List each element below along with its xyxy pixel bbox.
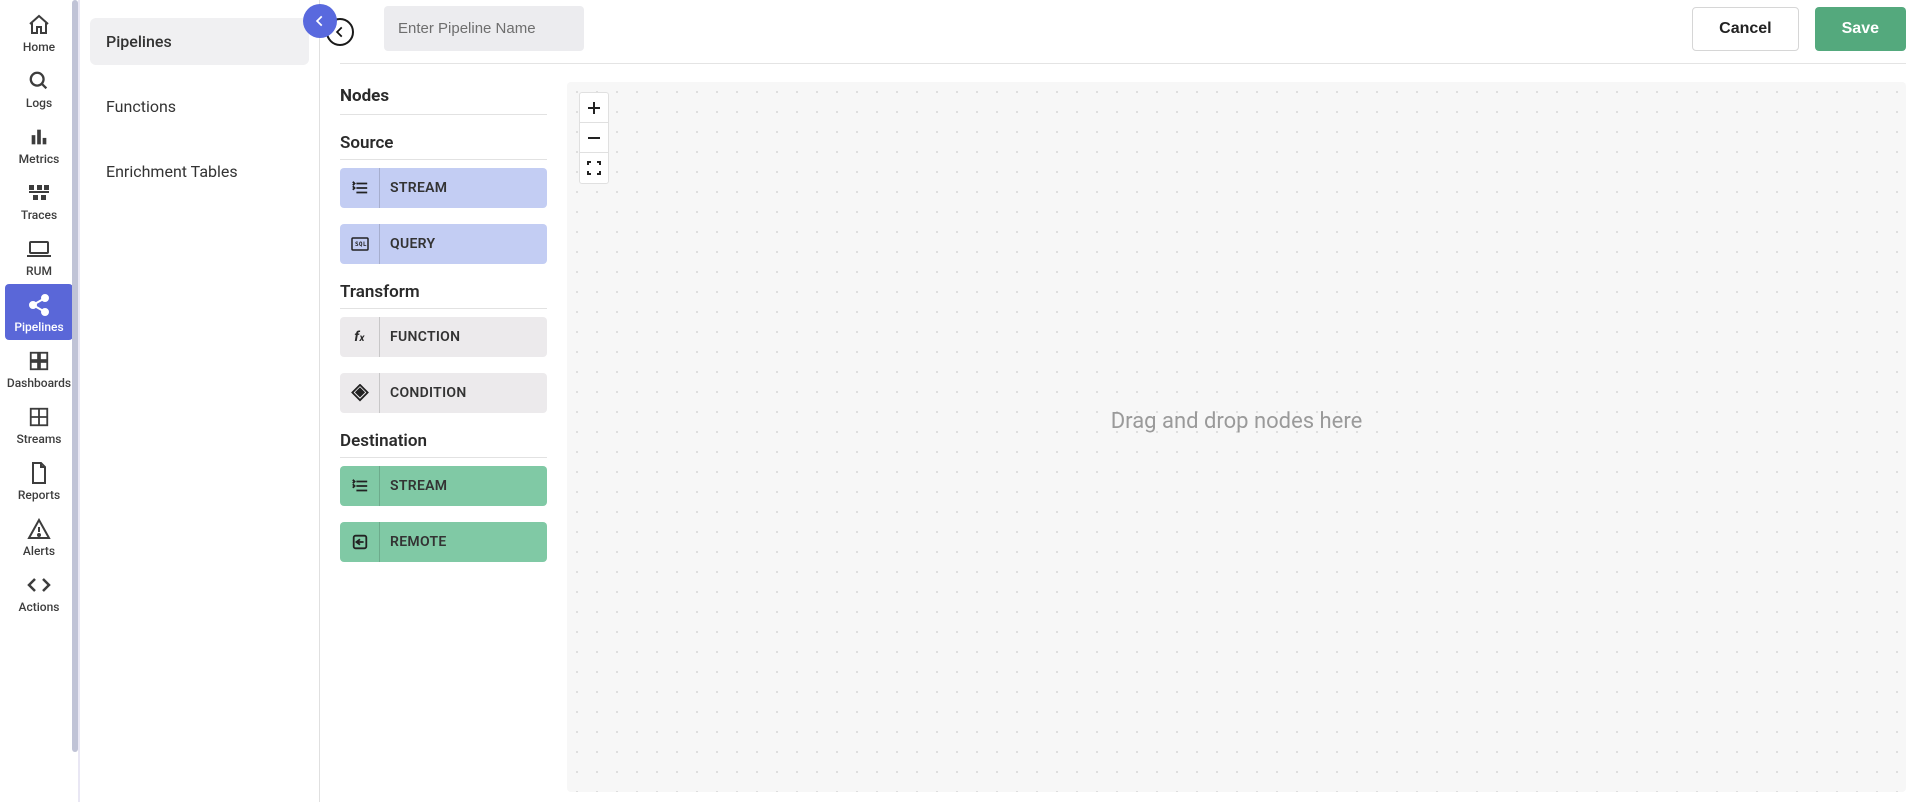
stream-icon <box>340 466 380 506</box>
search-icon <box>26 68 52 94</box>
pipeline-name-input[interactable] <box>384 6 584 51</box>
sub-sidebar: Pipelines Functions Enrichment Tables <box>80 0 320 802</box>
save-button[interactable]: Save <box>1815 7 1906 51</box>
pipeline-canvas[interactable]: Drag and drop nodes here <box>567 82 1906 792</box>
nav-item-pipelines[interactable]: Pipelines <box>5 284 73 340</box>
editor-row: Nodes Source STREAM SQL QUERY Transform <box>340 64 1906 802</box>
node-label: STREAM <box>380 180 547 196</box>
nav-label: Metrics <box>19 152 60 166</box>
condition-icon <box>340 373 380 413</box>
code-icon <box>26 572 52 598</box>
function-icon: fx <box>340 317 380 357</box>
nav-label: Pipelines <box>14 320 63 334</box>
sub-tab-pipelines[interactable]: Pipelines <box>90 18 309 65</box>
nav-label: Reports <box>18 488 60 502</box>
nav-rail: Home Logs Metrics Traces RUM <box>0 0 80 802</box>
warning-icon <box>26 516 52 542</box>
document-icon <box>26 460 52 486</box>
nav-label: Streams <box>17 432 62 446</box>
node-label: REMOTE <box>380 534 547 550</box>
main-area: Cancel Save Nodes Source STREAM SQL <box>320 0 1918 802</box>
node-label: CONDITION <box>380 385 547 401</box>
section-title-transform: Transform <box>340 282 547 309</box>
nav-item-reports[interactable]: Reports <box>5 452 73 508</box>
nav-scroll-indicator <box>72 0 78 752</box>
sub-tab-functions[interactable]: Functions <box>90 83 309 130</box>
nav-label: Alerts <box>23 544 55 558</box>
home-icon <box>26 12 52 38</box>
nav-label: Actions <box>19 600 60 614</box>
query-icon: SQL <box>340 224 380 264</box>
nav-item-alerts[interactable]: Alerts <box>5 508 73 564</box>
nav-item-home[interactable]: Home <box>5 4 73 60</box>
cancel-button[interactable]: Cancel <box>1692 7 1798 51</box>
node-dest-remote[interactable]: REMOTE <box>340 522 547 562</box>
node-label: STREAM <box>380 478 547 494</box>
nav-item-rum[interactable]: RUM <box>5 228 73 284</box>
sub-tab-label: Enrichment Tables <box>106 162 238 181</box>
node-source-query[interactable]: SQL QUERY <box>340 224 547 264</box>
grid-icon <box>26 348 52 374</box>
nav-item-logs[interactable]: Logs <box>5 60 73 116</box>
node-source-stream[interactable]: STREAM <box>340 168 547 208</box>
collapse-sidebar-button[interactable] <box>303 4 337 38</box>
zoom-out-button[interactable] <box>580 123 608 153</box>
bar-chart-icon <box>26 124 52 150</box>
nav-label: Home <box>23 40 55 54</box>
nodes-title: Nodes <box>340 86 547 115</box>
nav-label: Dashboards <box>7 376 71 390</box>
nav-item-streams[interactable]: Streams <box>5 396 73 452</box>
sub-tab-label: Pipelines <box>106 32 172 51</box>
nav-label: Logs <box>26 96 52 110</box>
table-icon <box>26 404 52 430</box>
laptop-icon <box>26 236 52 262</box>
node-transform-condition[interactable]: CONDITION <box>340 373 547 413</box>
node-transform-function[interactable]: fx FUNCTION <box>340 317 547 357</box>
nodes-panel: Nodes Source STREAM SQL QUERY Transform <box>340 64 555 802</box>
canvas-controls <box>579 92 609 184</box>
sub-tab-label: Functions <box>106 97 176 116</box>
nav-item-actions[interactable]: Actions <box>5 564 73 620</box>
fit-view-button[interactable] <box>580 153 608 183</box>
node-label: QUERY <box>380 236 547 252</box>
remote-icon <box>340 522 380 562</box>
node-label: FUNCTION <box>380 329 547 345</box>
nav-item-traces[interactable]: Traces <box>5 172 73 228</box>
nav-label: RUM <box>26 264 52 278</box>
node-dest-stream[interactable]: STREAM <box>340 466 547 506</box>
sub-tab-enrichment[interactable]: Enrichment Tables <box>90 148 309 195</box>
section-title-destination: Destination <box>340 431 547 458</box>
canvas-hint: Drag and drop nodes here <box>567 409 1906 434</box>
topbar: Cancel Save <box>340 6 1906 64</box>
stream-icon <box>340 168 380 208</box>
svg-text:SQL: SQL <box>355 241 367 248</box>
nav-item-dashboards[interactable]: Dashboards <box>5 340 73 396</box>
zoom-in-button[interactable] <box>580 93 608 123</box>
nav-label: Traces <box>21 208 57 222</box>
traces-icon <box>26 180 52 206</box>
nav-item-metrics[interactable]: Metrics <box>5 116 73 172</box>
section-title-source: Source <box>340 133 547 160</box>
share-nodes-icon <box>26 292 52 318</box>
